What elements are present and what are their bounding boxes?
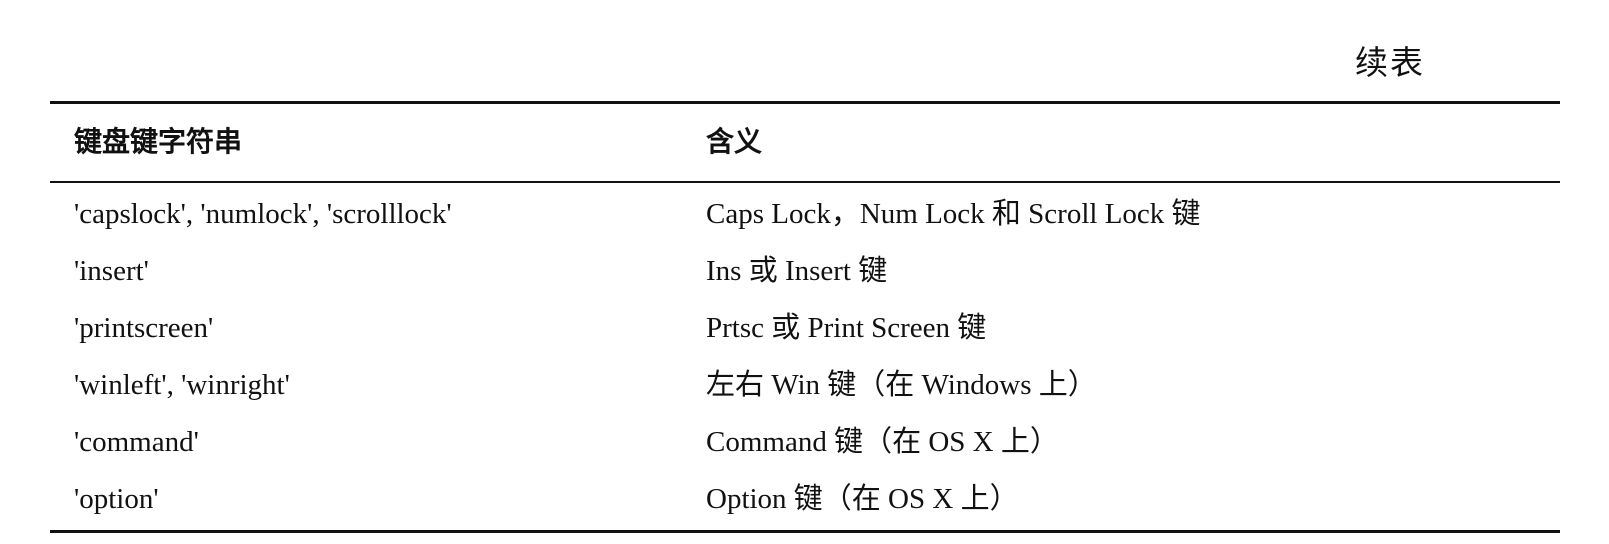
table-row: 'command' Command 键（在 OS X 上） xyxy=(0,424,1609,481)
table-body: 'capslock', 'numlock', 'scrolllock' Caps… xyxy=(0,196,1609,538)
meaning-cell: Prtsc 或 Print Screen 键 xyxy=(706,312,987,344)
table-top-rule xyxy=(50,101,1560,104)
key-string-cell: 'insert' xyxy=(74,255,149,287)
meaning-cell: Caps Lock，Num Lock 和 Scroll Lock 键 xyxy=(706,198,1201,230)
key-string-cell: 'winleft', 'winright' xyxy=(74,369,290,401)
meaning-cell: 左右 Win 键（在 Windows 上） xyxy=(706,369,1097,401)
key-string-cell: 'printscreen' xyxy=(74,312,214,344)
table-row: 'winleft', 'winright' 左右 Win 键（在 Windows… xyxy=(0,367,1609,424)
continued-table-label: 续表 xyxy=(1355,46,1425,82)
key-string-cell: 'option' xyxy=(74,483,159,515)
key-string-cell: 'capslock', 'numlock', 'scrolllock' xyxy=(74,198,452,230)
header-key-string: 键盘键字符串 xyxy=(74,125,243,158)
meaning-cell: Command 键（在 OS X 上） xyxy=(706,426,1059,458)
table-row: 'capslock', 'numlock', 'scrolllock' Caps… xyxy=(0,196,1609,253)
key-string-cell: 'command' xyxy=(74,426,199,458)
table-row: 'printscreen' Prtsc 或 Print Screen 键 xyxy=(0,310,1609,367)
table-row: 'insert' Ins 或 Insert 键 xyxy=(0,253,1609,310)
header-meaning: 含义 xyxy=(706,125,763,158)
table-bottom-rule xyxy=(50,530,1560,533)
meaning-cell: Option 键（在 OS X 上） xyxy=(706,483,1019,515)
meaning-cell: Ins 或 Insert 键 xyxy=(706,255,888,287)
table-header-rule xyxy=(50,181,1560,183)
